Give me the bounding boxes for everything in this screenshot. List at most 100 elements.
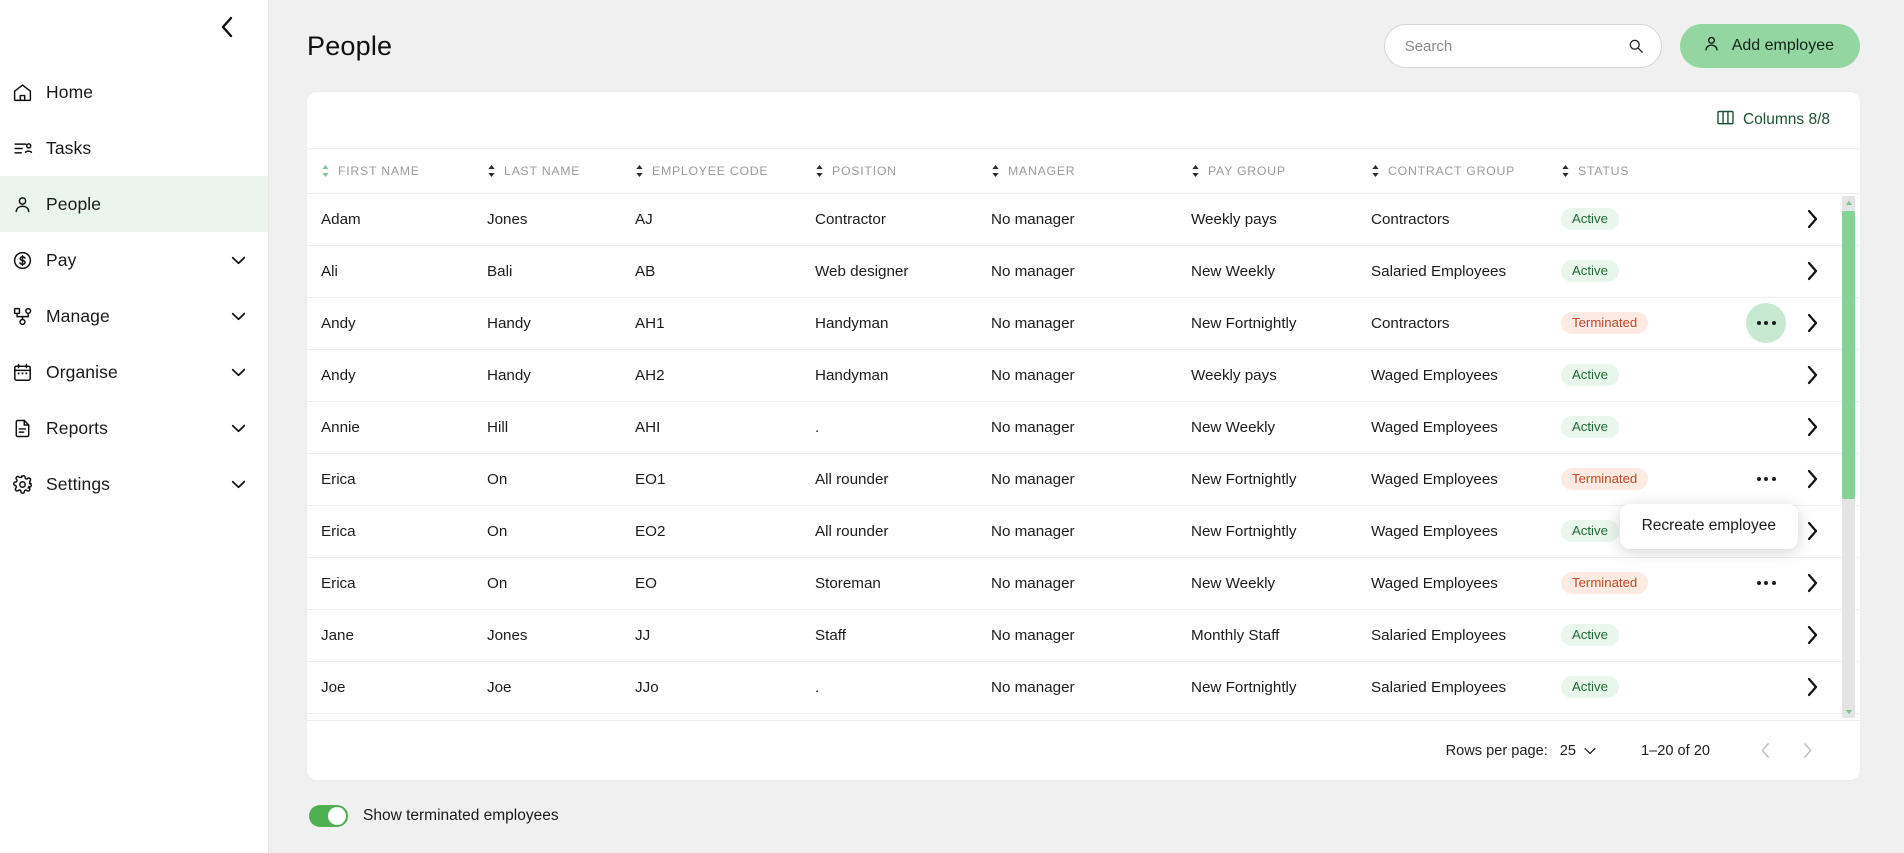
table-row[interactable]: EricaOnEO1All rounderNo managerNew Fortn…: [307, 453, 1860, 505]
cell-manager: No manager: [991, 609, 1191, 661]
cell-contract-group: Waged Employees: [1371, 505, 1561, 557]
sidebar-collapse-button[interactable]: [212, 12, 242, 42]
row-open-button[interactable]: [1800, 207, 1824, 231]
dollar-icon: [12, 249, 46, 271]
column-header-pay-group[interactable]: PAY GROUP: [1191, 149, 1371, 193]
sidebar-collapse-row: [0, 0, 268, 54]
column-header-manager[interactable]: MANAGER: [991, 149, 1191, 193]
cell-employee-code: AJ: [635, 193, 815, 245]
status-badge: Active: [1561, 624, 1619, 646]
table-row[interactable]: AndyHandyAH1HandymanNo managerNew Fortni…: [307, 297, 1860, 349]
cell-contract-group: Waged Employees: [1371, 349, 1561, 401]
scroll-up-arrow-icon[interactable]: [1842, 196, 1855, 209]
person-icon: [12, 193, 46, 215]
cell-pay-group: New Fortnightly: [1191, 505, 1371, 557]
row-open-button[interactable]: [1800, 311, 1824, 335]
cell-position: .: [815, 401, 991, 453]
table-row[interactable]: EricaOnEOStoremanNo managerNew WeeklyWag…: [307, 557, 1860, 609]
context-menu-item-recreate-employee[interactable]: Recreate employee: [1642, 517, 1776, 534]
row-more-actions-button[interactable]: [1746, 459, 1786, 499]
table-row[interactable]: AdamJonesAJContractorNo managerWeekly pa…: [307, 193, 1860, 245]
next-page-button[interactable]: [1794, 738, 1820, 764]
table-vertical-scrollbar[interactable]: [1842, 196, 1855, 718]
rows-per-page-select[interactable]: 25: [1560, 743, 1597, 759]
status-badge: Terminated: [1561, 468, 1648, 490]
column-header-position[interactable]: POSITION: [815, 149, 991, 193]
pagination-controls: [1752, 738, 1820, 764]
cell-employee-code: EO1: [635, 453, 815, 505]
column-header-label: STATUS: [1578, 164, 1629, 178]
row-open-button[interactable]: [1800, 363, 1824, 387]
column-header-first-name[interactable]: FIRST NAME: [307, 149, 487, 193]
sidebar-item-home[interactable]: Home: [0, 64, 268, 120]
rows-per-page-label: Rows per page:: [1446, 743, 1548, 759]
rows-per-page-value: 25: [1560, 743, 1576, 759]
chevron-right-icon: [1806, 209, 1819, 229]
previous-page-button[interactable]: [1752, 738, 1778, 764]
sidebar-item-reports[interactable]: Reports: [0, 400, 268, 456]
search-icon[interactable]: [1627, 38, 1645, 54]
row-open-button[interactable]: [1800, 415, 1824, 439]
column-header-last-name[interactable]: LAST NAME: [487, 149, 635, 193]
table-row[interactable]: AndyHandyAH2HandymanNo managerWeekly pay…: [307, 349, 1860, 401]
row-open-button[interactable]: [1800, 259, 1824, 283]
cell-employee-code: AH2: [635, 349, 815, 401]
add-employee-button[interactable]: Add employee: [1680, 24, 1860, 68]
page-header: People: [269, 0, 1904, 92]
row-open-button[interactable]: [1800, 623, 1824, 647]
sidebar-item-settings[interactable]: Settings: [0, 456, 268, 512]
table-toolbar: Columns 8/8: [307, 92, 1860, 149]
status-badge: Terminated: [1561, 312, 1648, 334]
row-more-actions-button[interactable]: [1746, 303, 1786, 343]
search-input[interactable]: [1405, 38, 1627, 55]
cell-pay-group: New Weekly: [1191, 245, 1371, 297]
show-terminated-toggle[interactable]: [309, 805, 348, 827]
cell-status: Active: [1561, 401, 1860, 453]
table-row[interactable]: [307, 713, 1860, 720]
search-box[interactable]: [1384, 24, 1662, 68]
row-context-menu[interactable]: Recreate employee: [1620, 504, 1798, 549]
column-header-employee-code[interactable]: EMPLOYEE CODE: [635, 149, 815, 193]
row-open-button[interactable]: [1800, 467, 1824, 491]
cell-position: All rounder: [815, 453, 991, 505]
table-row[interactable]: AnnieHillAHI.No managerNew WeeklyWaged E…: [307, 401, 1860, 453]
sidebar-item-label: People: [46, 194, 101, 215]
table-row[interactable]: JoeJoeJJo.No managerNew FortnightlySalar…: [307, 661, 1860, 713]
status-badge: Active: [1561, 260, 1619, 282]
table-row[interactable]: JaneJonesJJStaffNo managerMonthly StaffS…: [307, 609, 1860, 661]
status-badge: Active: [1561, 208, 1619, 230]
cell-last-name: Bali: [487, 245, 635, 297]
cell-contract-group: Salaried Employees: [1371, 661, 1561, 713]
cell-first-name: Erica: [307, 505, 487, 557]
sort-arrows-icon: [815, 164, 824, 178]
cell-employee-code: AHI: [635, 401, 815, 453]
sidebar-item-label: Settings: [46, 474, 110, 495]
scroll-down-arrow-icon[interactable]: [1842, 705, 1855, 718]
columns-button[interactable]: Columns 8/8: [1717, 110, 1830, 130]
sidebar-item-manage[interactable]: Manage: [0, 288, 268, 344]
cell-manager: No manager: [991, 505, 1191, 557]
column-header-contract-group[interactable]: CONTRACT GROUP: [1371, 149, 1561, 193]
row-open-button[interactable]: [1800, 675, 1824, 699]
people-table-card: Columns 8/8 FIRST NAME: [307, 92, 1860, 780]
row-open-button[interactable]: [1800, 571, 1824, 595]
column-header-status[interactable]: STATUS: [1561, 149, 1860, 193]
scrollbar-thumb[interactable]: [1842, 211, 1855, 499]
cell-manager: No manager: [991, 453, 1191, 505]
cell-manager: No manager: [991, 349, 1191, 401]
cell-last-name: On: [487, 557, 635, 609]
show-terminated-label: Show terminated employees: [363, 807, 559, 825]
cell-position: Handyman: [815, 297, 991, 349]
sidebar-item-people[interactable]: People: [0, 176, 268, 232]
sidebar-item-pay[interactable]: Pay: [0, 232, 268, 288]
cell-pay-group: Weekly pays: [1191, 193, 1371, 245]
row-open-button[interactable]: [1800, 519, 1824, 543]
main-content: People: [269, 0, 1904, 853]
sidebar-item-organise[interactable]: Organise: [0, 344, 268, 400]
status-badge: Active: [1561, 416, 1619, 438]
chevron-down-icon: [1583, 743, 1597, 759]
sidebar-item-tasks[interactable]: Tasks: [0, 120, 268, 176]
cell-first-name: Annie: [307, 401, 487, 453]
row-more-actions-button[interactable]: [1746, 563, 1786, 603]
table-row[interactable]: AliBaliABWeb designerNo managerNew Weekl…: [307, 245, 1860, 297]
